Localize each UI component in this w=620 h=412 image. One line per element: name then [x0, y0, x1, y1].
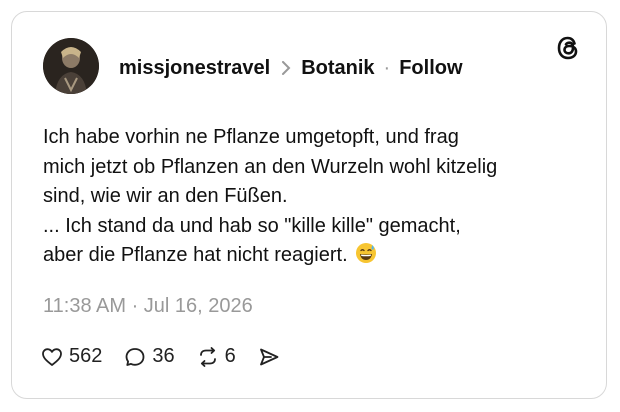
repost-button[interactable]: 6 [197, 345, 236, 368]
grinning-sweat-emoji-icon [355, 242, 377, 264]
avatar[interactable] [43, 38, 99, 94]
post-header: missjonestravel Botanik · Follow [119, 56, 463, 80]
post-text-line: ... Ich stand da und hab so "kille kille… [43, 214, 461, 237]
reply-button[interactable]: 36 [124, 345, 175, 368]
repost-count: 6 [224, 345, 236, 367]
username-link[interactable]: missjonestravel [119, 57, 270, 80]
post-text-line: sind, wie wir an den Füßen. [43, 185, 288, 207]
repost-icon [199, 346, 216, 367]
chevron-right-icon [281, 61, 291, 75]
post-body: Ich habe vorhin ne Pflanze umgetopft, un… [43, 123, 563, 271]
action-bar: 562 36 6 [41, 345, 302, 368]
post-text-line: Ich habe vorhin ne Pflanze umgetopft, un… [43, 126, 459, 148]
speech-bubble-icon [125, 347, 145, 366]
reply-count: 36 [152, 345, 175, 367]
post-text-line-last: aber die Pflanze hat nicht reagiert. [43, 241, 563, 271]
heart-icon [42, 347, 62, 366]
send-icon [259, 348, 279, 365]
post-text-line: aber die Pflanze hat nicht reagiert. [43, 244, 348, 266]
community-link[interactable]: Botanik [301, 57, 374, 80]
post-timestamp[interactable]: 11:38 AM · Jul 16, 2026 [43, 295, 253, 318]
separator-dot: · [383, 56, 391, 79]
like-button[interactable]: 562 [41, 345, 102, 368]
threads-logo-icon[interactable] [554, 34, 582, 62]
avatar-image [43, 38, 99, 94]
follow-button[interactable]: Follow [399, 57, 462, 80]
post-text-line: mich jetzt ob Pflanzen an den Wurzeln wo… [43, 155, 498, 178]
share-button[interactable] [258, 346, 280, 368]
like-count: 562 [69, 345, 103, 367]
post-card: missjonestravel Botanik · Follow Ich hab… [11, 11, 607, 399]
